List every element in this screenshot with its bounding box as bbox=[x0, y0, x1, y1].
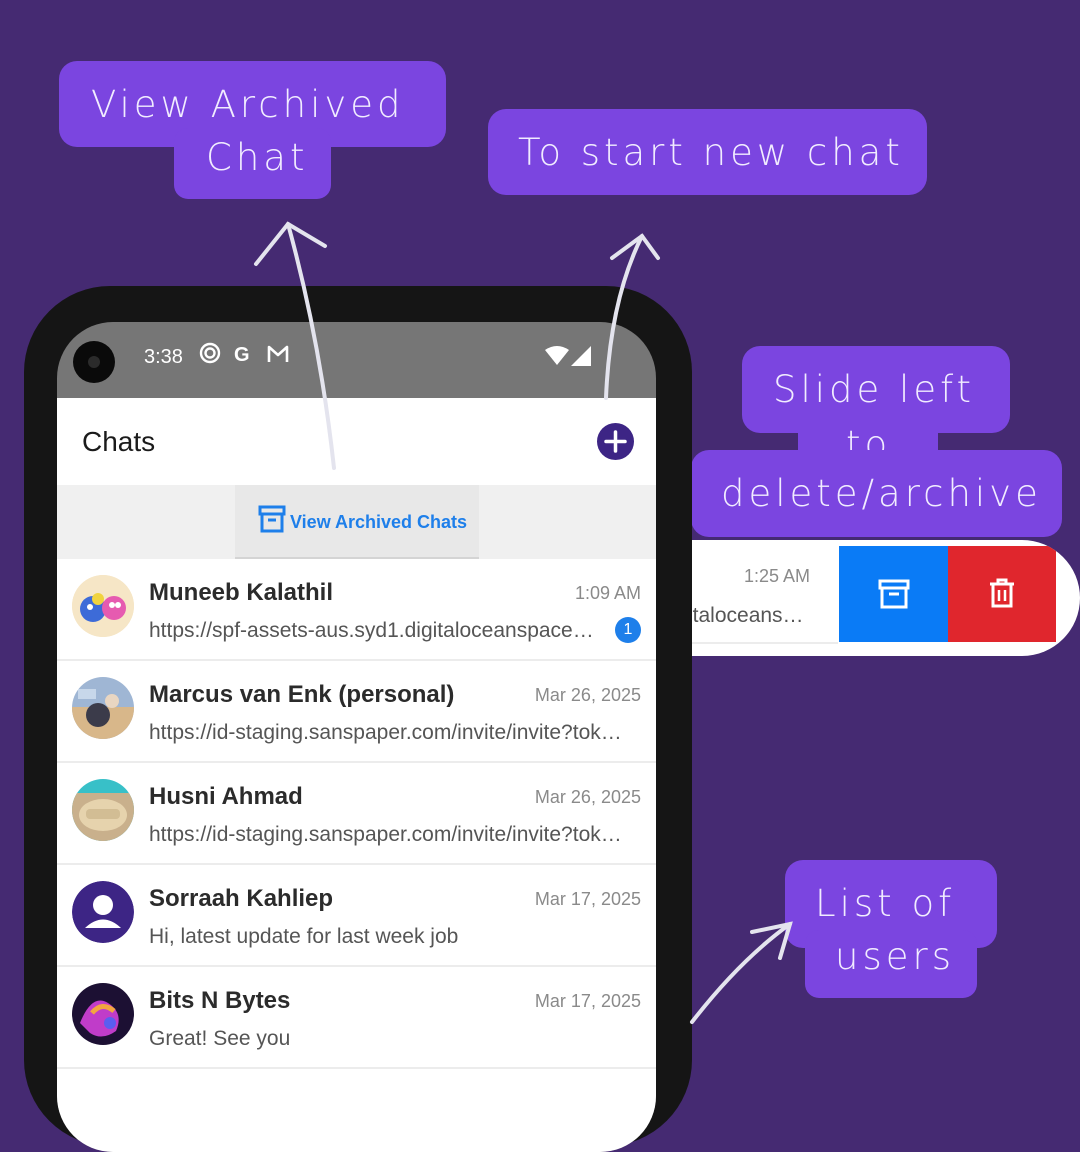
chat-time: 1:09 AM bbox=[574, 583, 641, 603]
archive-action-button[interactable] bbox=[839, 546, 948, 642]
app-bar: Chats bbox=[57, 398, 656, 485]
callout-slide-bottom: delete/archive bbox=[691, 450, 1062, 537]
phone-frame: 3:38 G Chats View Archived Chats Muneeb … bbox=[24, 286, 692, 1152]
chat-preview: Hi, latest update for last week job bbox=[149, 925, 459, 948]
avatar bbox=[72, 575, 134, 637]
archive-icon bbox=[878, 579, 910, 609]
chat-name: Muneeb Kalathil bbox=[149, 579, 334, 606]
chat-time: Mar 17, 2025 bbox=[534, 889, 641, 909]
delete-action-button[interactable] bbox=[948, 546, 1056, 642]
chat-time: Mar 17, 2025 bbox=[534, 991, 641, 1011]
chats-screen: Chats View Archived Chats Muneeb Kalathi… bbox=[57, 398, 656, 1152]
arrow-to-users bbox=[690, 922, 792, 1024]
chat-preview: Great! See you bbox=[149, 1027, 291, 1050]
callout-users-line2: users bbox=[835, 935, 955, 978]
wifi-icon bbox=[545, 346, 569, 372]
swipe-demo-preview: italoceans… bbox=[692, 604, 804, 627]
view-archived-button[interactable]: View Archived Chats bbox=[235, 485, 479, 559]
chat-time: Mar 26, 2025 bbox=[534, 685, 641, 705]
target-icon bbox=[199, 342, 221, 370]
chat-row[interactable]: Bits N Bytes Mar 17, 2025 Great! See you bbox=[57, 967, 656, 1069]
callout-slide-line3: delete/archive bbox=[721, 472, 1042, 515]
trash-icon bbox=[990, 578, 1014, 608]
avatar bbox=[72, 881, 134, 943]
chat-row[interactable]: Muneeb Kalathil 1:09 AM https://spf-asse… bbox=[57, 559, 656, 661]
new-chat-button[interactable] bbox=[597, 423, 634, 460]
user-icon bbox=[72, 881, 134, 943]
avatar bbox=[72, 983, 134, 1045]
callout-users-bottom: users bbox=[805, 930, 977, 998]
chat-time: Mar 26, 2025 bbox=[534, 787, 641, 807]
view-archived-label: View Archived Chats bbox=[290, 512, 468, 532]
phone-screen: 3:38 G Chats View Archived Chats Muneeb … bbox=[57, 322, 656, 1152]
callout-view-archived-line1: View Archived bbox=[91, 83, 405, 126]
google-icon: G bbox=[234, 344, 250, 366]
chat-preview: https://id-staging.sanspaper.com/invite/… bbox=[149, 823, 633, 846]
callout-new-chat-text: To start new chat bbox=[518, 131, 904, 174]
chat-list: Muneeb Kalathil 1:09 AM https://spf-asse… bbox=[57, 559, 656, 1069]
status-time: 3:38 bbox=[144, 346, 183, 368]
archived-bar: View Archived Chats bbox=[57, 485, 656, 559]
chat-name: Marcus van Enk (personal) bbox=[149, 681, 455, 708]
callout-users-line1: List of bbox=[815, 882, 956, 925]
archive-icon bbox=[258, 505, 286, 538]
chat-preview: https://id-staging.sanspaper.com/invite/… bbox=[149, 721, 633, 744]
chat-row[interactable]: Husni Ahmad Mar 26, 2025 https://id-stag… bbox=[57, 763, 656, 865]
signal-icon bbox=[571, 346, 591, 372]
callout-view-archived-line2: Chat bbox=[206, 136, 309, 179]
avatar bbox=[72, 677, 134, 739]
camera-icon bbox=[73, 341, 115, 383]
chat-name: Husni Ahmad bbox=[149, 783, 303, 810]
chat-row[interactable]: Sorraah Kahliep Mar 17, 2025 Hi, latest … bbox=[57, 865, 656, 967]
swipe-demo-row: 1:25 AM italoceans… bbox=[692, 540, 1080, 656]
swipe-demo-time: 1:25 AM bbox=[744, 566, 811, 586]
gmail-icon bbox=[267, 344, 289, 370]
page-title: Chats bbox=[82, 426, 156, 457]
status-bar: 3:38 G bbox=[57, 322, 656, 398]
chat-preview: https://spf-assets-aus.syd1.digitalocean… bbox=[149, 619, 599, 642]
chat-row[interactable]: Marcus van Enk (personal) Mar 26, 2025 h… bbox=[57, 661, 656, 763]
callout-view-archived-bottom: Chat bbox=[174, 128, 331, 199]
chat-name: Sorraah Kahliep bbox=[149, 885, 334, 912]
chat-name: Bits N Bytes bbox=[149, 987, 291, 1014]
avatar bbox=[72, 779, 134, 841]
callout-slide-line1: Slide left bbox=[773, 368, 975, 411]
unread-badge: 1 bbox=[615, 617, 641, 643]
callout-new-chat: To start new chat bbox=[488, 109, 927, 195]
plus-icon bbox=[604, 430, 627, 453]
divider bbox=[692, 642, 838, 644]
